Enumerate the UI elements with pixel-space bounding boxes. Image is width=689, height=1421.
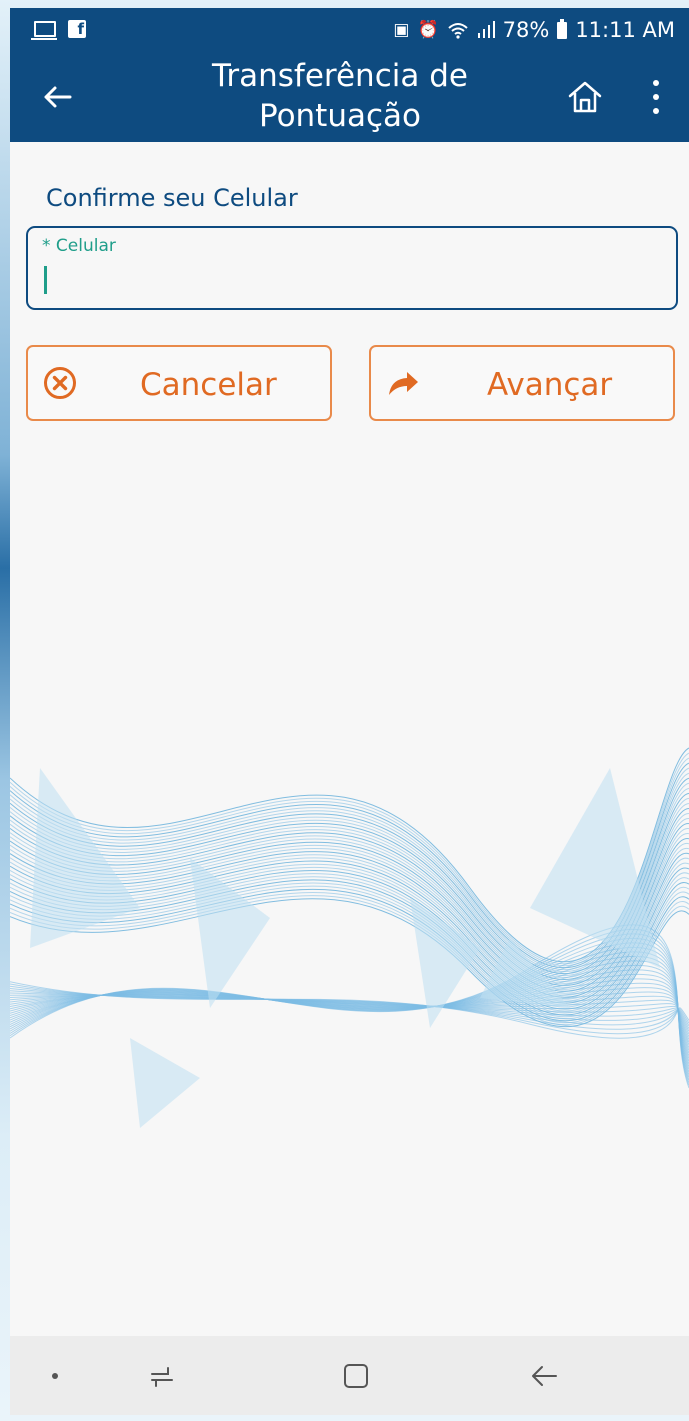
page-title: Transferência de Pontuação <box>212 58 468 134</box>
phone-field-label: * Celular <box>42 236 116 256</box>
share-arrow-icon <box>389 372 418 395</box>
app-toolbar: Transferência de Pontuação <box>10 54 689 142</box>
system-navigation-bar <box>10 1336 689 1415</box>
section-title: Confirme seu Celular <box>46 184 298 212</box>
wave-background-decoration <box>10 747 689 1128</box>
text-cursor <box>44 266 47 294</box>
battery-percent: 78% <box>502 18 550 42</box>
dot-icon[interactable] <box>52 1373 58 1379</box>
status-bar: f ▣ ⏰ 78% 11:11 AM <box>10 8 689 54</box>
phone-input-container[interactable]: * Celular <box>26 226 678 310</box>
status-left-icons: f <box>31 20 86 40</box>
phone-input[interactable] <box>50 264 654 298</box>
facebook-icon: f <box>68 20 86 38</box>
next-button[interactable]: Avançar <box>369 345 675 421</box>
home-icon[interactable] <box>566 78 604 116</box>
cancel-button[interactable]: Cancelar <box>26 345 332 421</box>
back-arrow-icon[interactable] <box>40 80 74 114</box>
cancel-circle-icon <box>44 367 76 399</box>
wifi-icon <box>447 23 468 39</box>
battery-icon <box>557 18 568 39</box>
next-label: Avançar <box>487 367 613 403</box>
alarm-icon: ⏰ <box>417 20 439 40</box>
screen-mirror-icon <box>31 21 57 40</box>
cancel-label: Cancelar <box>140 367 277 403</box>
wave-facet <box>530 768 660 968</box>
sim-icon: ▣ <box>393 20 410 40</box>
wave-facet <box>190 858 270 1008</box>
status-right-icons: ▣ ⏰ 78% 11:11 AM <box>393 18 675 42</box>
recent-apps-icon[interactable] <box>146 1360 178 1392</box>
clock-time: 11:11 AM <box>575 18 675 42</box>
more-vertical-icon[interactable] <box>650 80 662 114</box>
back-icon[interactable] <box>528 1360 560 1392</box>
wave-line <box>10 990 689 1032</box>
wave-facet <box>130 1038 200 1128</box>
phone-screen: f ▣ ⏰ 78% 11:11 AM Transferência de Pont… <box>10 8 689 1415</box>
signal-icon <box>477 21 495 38</box>
home-square-icon[interactable] <box>340 1360 372 1392</box>
